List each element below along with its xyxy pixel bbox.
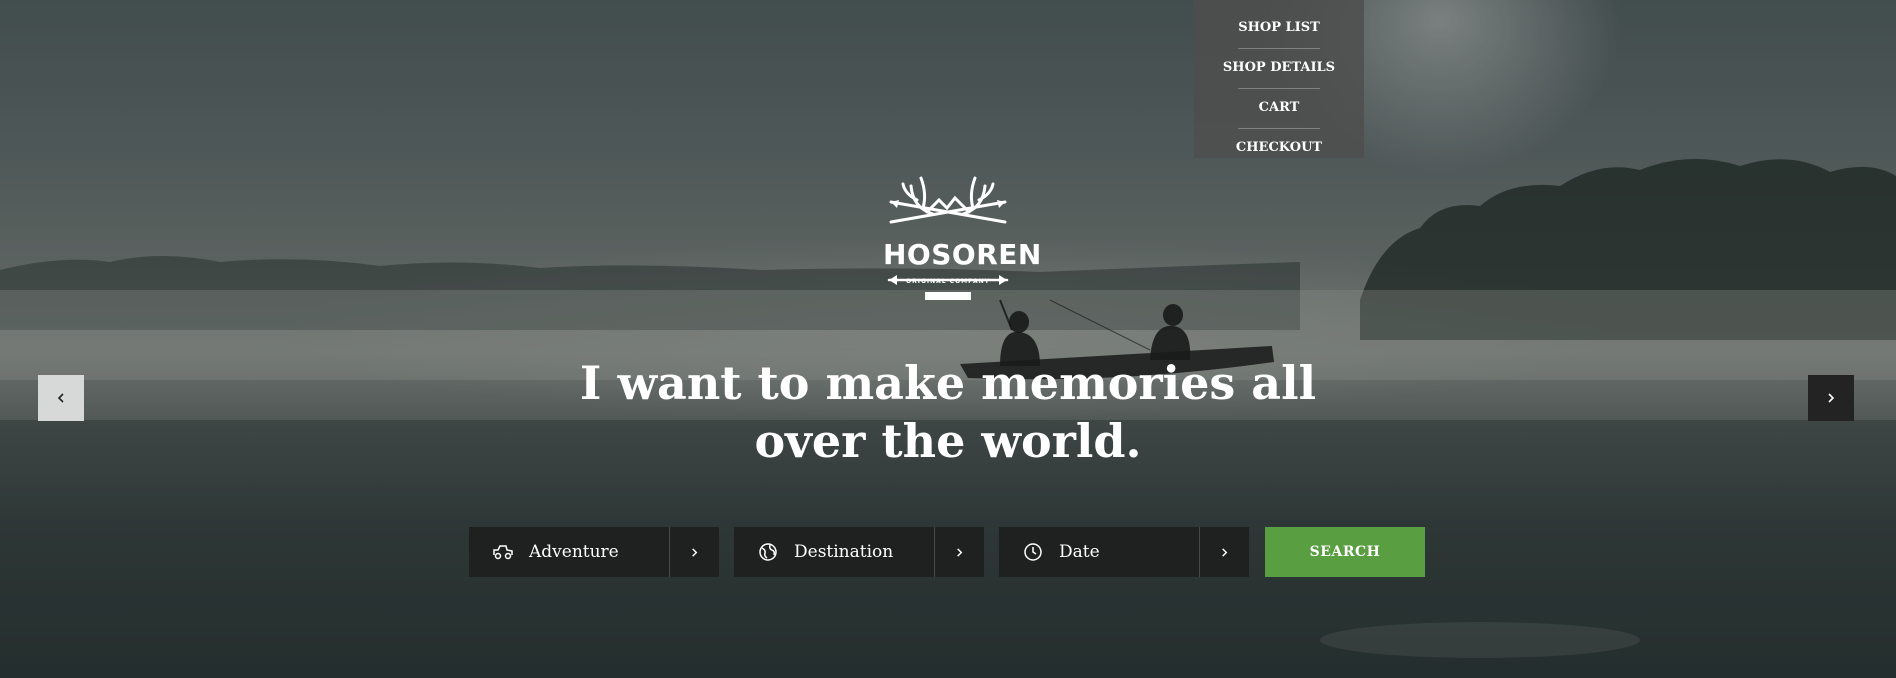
search-button[interactable]: SEARCH [1265, 527, 1425, 577]
shop-dropdown-menu: SHOP LIST SHOP DETAILS CART CHECKOUT [1194, 0, 1364, 158]
jeep-icon [491, 540, 515, 564]
hero-headline-line-2: over the world. [754, 414, 1142, 468]
adventure-label: Adventure [529, 542, 619, 562]
clock-icon [1021, 540, 1045, 564]
antlers-arrows-icon [889, 176, 1007, 224]
hero-headline: I want to make memories all over the wor… [548, 354, 1348, 470]
menu-item-cart[interactable]: CART [1194, 88, 1364, 128]
globe-icon [756, 540, 780, 564]
date-select[interactable]: Date [999, 527, 1249, 577]
brand-name: HOSOREN [883, 238, 1042, 271]
menu-item-shop-details[interactable]: SHOP DETAILS [1194, 48, 1364, 88]
adventure-select[interactable]: Adventure [469, 527, 719, 577]
brand-tagline: ORIGINAL COMPANY [905, 278, 991, 285]
chevron-right-icon [1199, 527, 1249, 577]
destination-label: Destination [794, 542, 894, 562]
slider-prev-button[interactable] [38, 375, 84, 421]
destination-select[interactable]: Destination [734, 527, 984, 577]
chevron-right-icon [1828, 393, 1835, 403]
chevron-right-icon [934, 527, 984, 577]
arrow-ribbon-icon [887, 275, 1009, 300]
menu-item-checkout[interactable]: CHECKOUT [1194, 128, 1364, 168]
date-label: Date [1059, 542, 1100, 562]
hero-headline-line-1: I want to make memories all [579, 356, 1317, 410]
menu-item-shop-list[interactable]: SHOP LIST [1194, 8, 1364, 48]
slider-next-button[interactable] [1808, 375, 1854, 421]
brand-logo[interactable]: HOSOREN ORIGINAL COMPANY [883, 172, 1042, 304]
chevron-right-icon [669, 527, 719, 577]
chevron-left-icon [57, 393, 64, 403]
